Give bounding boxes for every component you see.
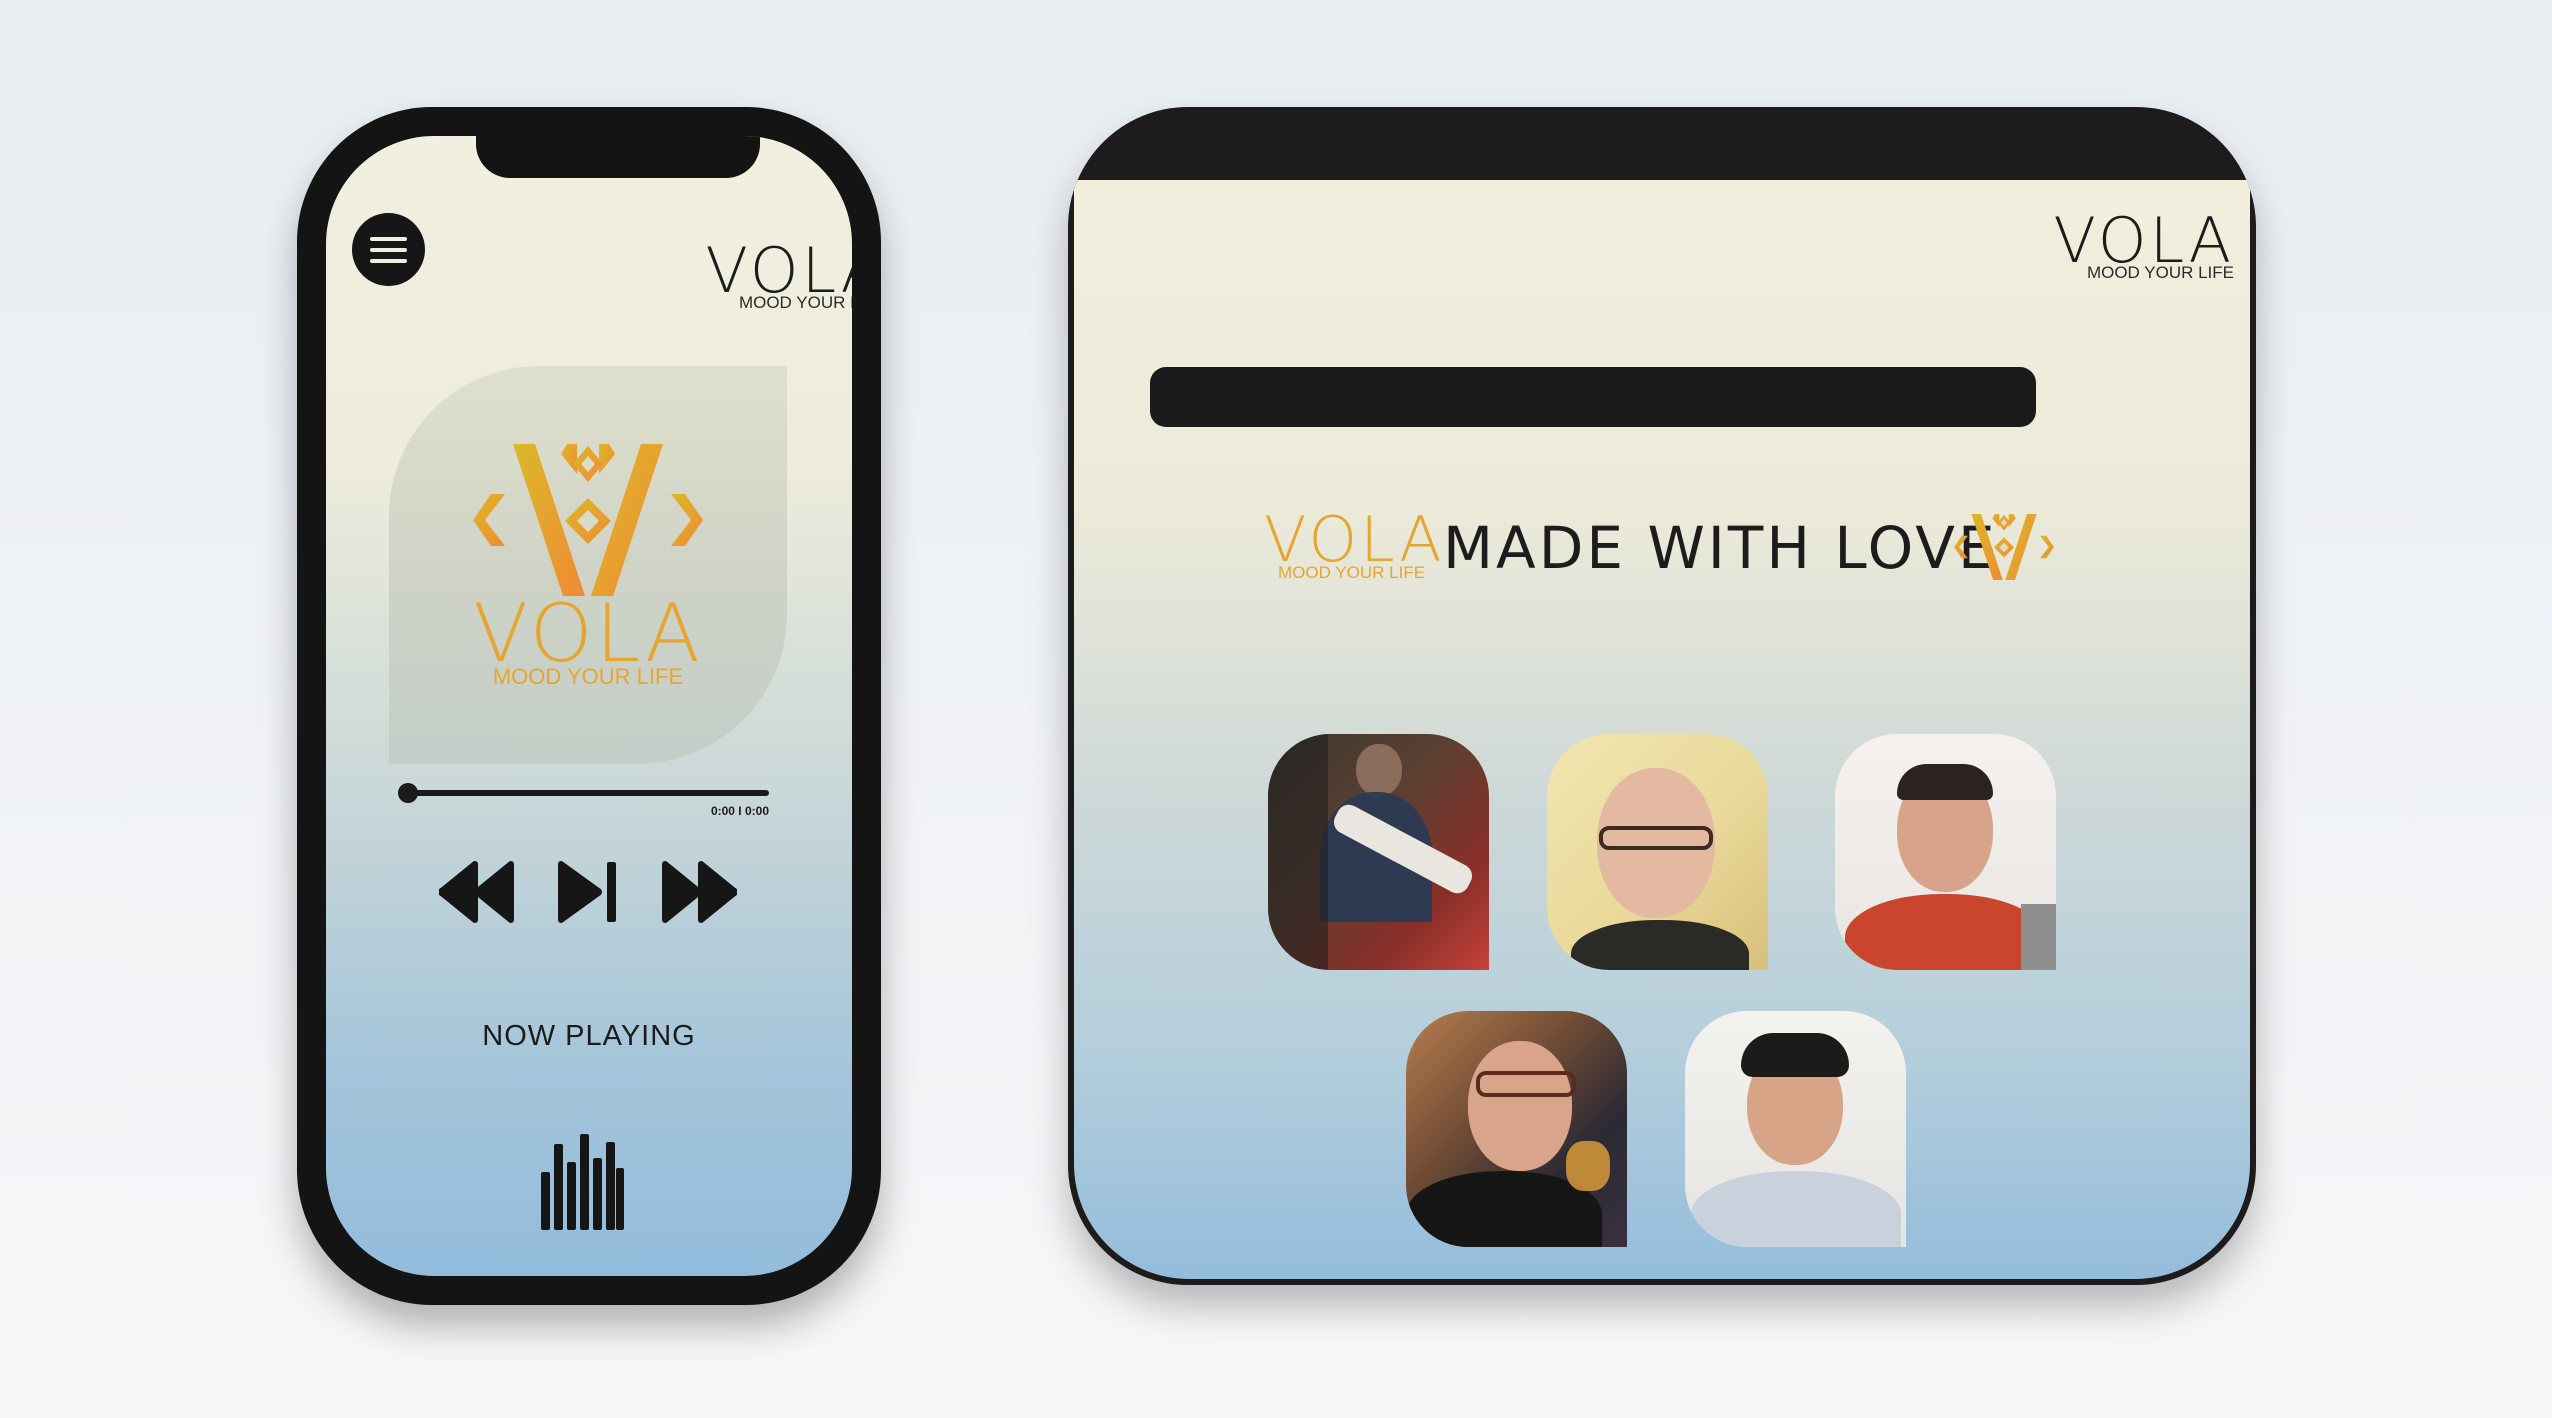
album-logo-tagline: MOOD YOUR LIFE	[492, 664, 684, 689]
app-logo: VOLA MOOD YOUR LIFE	[2053, 210, 2234, 290]
fast-forward-icon[interactable]	[661, 860, 737, 924]
vola-diamond-mark-icon	[473, 444, 703, 596]
phone-screen: VOLA MOOD YOUR LIFE VOLA MOOD YOUR LIFE …	[326, 136, 852, 1276]
team-photo-4	[1406, 1011, 1627, 1247]
equalizer-bars-icon[interactable]	[539, 1132, 625, 1230]
play-pause-icon[interactable]	[557, 860, 619, 924]
phone-notch	[476, 136, 760, 178]
search-bar[interactable]	[1150, 367, 2036, 427]
credits-logo: VOLA MOOD YOUR LIFE	[1264, 509, 1444, 589]
album-art: VOLA MOOD YOUR LIFE	[389, 366, 787, 764]
credits-title: MADE WITH LOVE	[1443, 514, 1998, 582]
time-readout: 0:00 I 0:00	[710, 804, 769, 818]
logo-tagline: MOOD YOUR LIFE	[2086, 263, 2234, 282]
tablet-screen: VOLA MOOD YOUR LIFE VOLA MOOD YOUR LIFE …	[1074, 180, 2250, 1279]
rewind-icon[interactable]	[439, 860, 515, 924]
credits-logo-word: VOLA	[1264, 503, 1445, 576]
team-photo-1	[1268, 734, 1489, 970]
progress-knob[interactable]	[398, 783, 418, 803]
progress-slider[interactable]	[405, 790, 769, 796]
team-photo-3	[1835, 734, 2056, 970]
team-photo-2	[1547, 734, 1768, 970]
hamburger-menu-icon[interactable]	[352, 213, 425, 286]
credits-logo-tagline: MOOD YOUR LIFE	[1278, 563, 1426, 582]
vola-diamond-mark-icon	[1954, 512, 2054, 582]
album-logo-word: VOLA	[473, 587, 703, 680]
app-logo: VOLA MOOD YOUR LIFE	[705, 240, 852, 320]
team-photo-5	[1685, 1011, 1906, 1247]
now-playing-label: NOW PLAYING	[482, 1020, 696, 1052]
phone-mockup: VOLA MOOD YOUR LIFE VOLA MOOD YOUR LIFE …	[297, 107, 881, 1305]
logo-tagline: MOOD YOUR LIFE	[738, 293, 852, 312]
tablet-mockup: VOLA MOOD YOUR LIFE VOLA MOOD YOUR LIFE …	[1068, 107, 2256, 1285]
